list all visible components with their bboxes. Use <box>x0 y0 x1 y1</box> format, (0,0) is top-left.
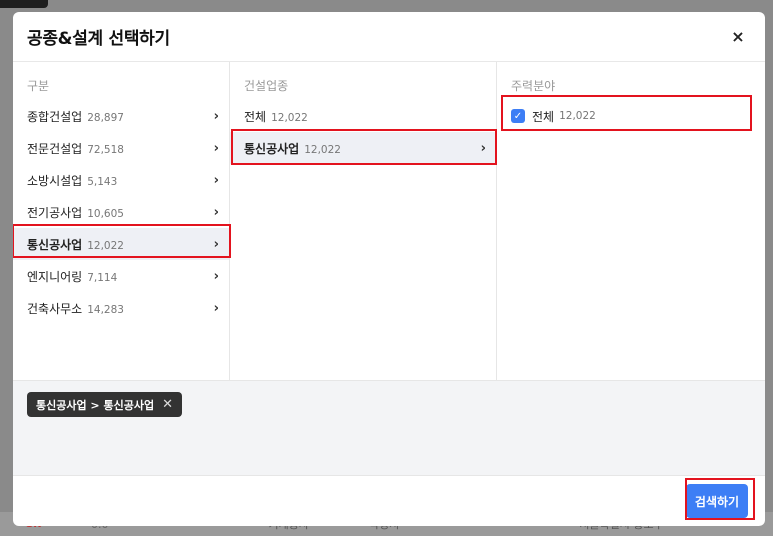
modal-title: 공종&설계 선택하기 <box>27 29 170 49</box>
item-count: 12,022 <box>304 143 341 156</box>
chevron-right-icon: › <box>480 140 486 156</box>
item-count: 12,022 <box>271 111 308 124</box>
item-label: 소방시설업 <box>27 173 83 188</box>
category-item-selected[interactable]: 통신공사업 12,022 › <box>13 228 229 260</box>
chevron-right-icon: › <box>213 268 219 284</box>
item-count: 12,022 <box>559 110 596 122</box>
item-label: 전기공사업 <box>27 205 83 220</box>
item-count: 28,897 <box>87 111 124 124</box>
item-label: 전문건설업 <box>27 141 83 156</box>
item-label: 전체 <box>244 109 267 124</box>
item-label: 전체 <box>532 109 555 124</box>
close-icon[interactable]: × <box>727 26 749 48</box>
industry-item[interactable]: 전체 12,022 <box>230 100 496 132</box>
modal-header: 공종&설계 선택하기 × <box>13 12 765 62</box>
item-count: 10,605 <box>87 207 124 220</box>
industry-list: 전체 12,022 통신공사업 12,022 › <box>230 100 496 164</box>
selection-columns: 구분 종합건설업 28,897 › 전문건설업 72,518 › 소방시설업 5,14… <box>13 62 765 380</box>
checkbox-checked-icon[interactable]: ✓ <box>511 109 525 123</box>
item-label: 엔지니어링 <box>27 269 83 284</box>
chevron-right-icon: › <box>213 300 219 316</box>
chevron-right-icon: › <box>213 172 219 188</box>
background-tag <box>0 0 48 8</box>
category-list: 종합건설업 28,897 › 전문건설업 72,518 › 소방시설업 5,143 ›… <box>13 100 229 324</box>
item-label: 건축사무소 <box>27 301 83 316</box>
category-item[interactable]: 종합건설업 28,897 › <box>13 100 229 132</box>
selected-items-area: 통신공사업 > 통신공사업 ✕ <box>13 380 765 475</box>
chevron-right-icon: › <box>213 140 219 156</box>
main-field-list: ✓ 전체 12,022 <box>497 100 765 132</box>
item-label: 통신공사업 <box>27 237 83 252</box>
item-count: 7,114 <box>87 271 118 284</box>
search-button[interactable]: 검색하기 <box>686 484 748 518</box>
selected-chip: 통신공사업 > 통신공사업 ✕ <box>27 392 182 417</box>
category-item[interactable]: 엔지니어링 7,114 › <box>13 260 229 292</box>
item-count: 12,022 <box>87 239 124 252</box>
item-count: 5,143 <box>87 175 118 188</box>
chip-label: 통신공사업 > 통신공사업 <box>36 398 155 412</box>
category-item[interactable]: 소방시설업 5,143 › <box>13 164 229 196</box>
category-item[interactable]: 전기공사업 10,605 › <box>13 196 229 228</box>
chevron-right-icon: › <box>213 236 219 252</box>
industry-column: 건설업종 전체 12,022 통신공사업 12,022 › <box>230 62 497 380</box>
item-count: 72,518 <box>87 143 124 156</box>
chevron-right-icon: › <box>213 204 219 220</box>
main-field-item[interactable]: ✓ 전체 12,022 <box>497 100 765 132</box>
close-icon[interactable]: ✕ <box>162 397 173 412</box>
category-item[interactable]: 전문건설업 72,518 › <box>13 132 229 164</box>
item-label: 통신공사업 <box>244 141 300 156</box>
main-field-column: 주력분야 ✓ 전체 12,022 <box>497 62 765 380</box>
category-column: 구분 종합건설업 28,897 › 전문건설업 72,518 › 소방시설업 5,14… <box>13 62 231 380</box>
category-select-modal: 공종&설계 선택하기 × 구분 종합건설업 28,897 › 전문건설업 72,51… <box>13 12 765 526</box>
item-label: 종합건설업 <box>27 109 83 124</box>
chevron-right-icon: › <box>213 108 219 124</box>
industry-column-header: 건설업종 <box>244 79 289 93</box>
category-column-header: 구분 <box>27 79 50 93</box>
modal-footer: 검색하기 <box>13 475 765 526</box>
industry-item-selected[interactable]: 통신공사업 12,022 › <box>230 132 496 164</box>
main-field-column-header: 주력분야 <box>511 79 556 93</box>
category-item[interactable]: 건축사무소 14,283 › <box>13 292 229 324</box>
item-count: 14,283 <box>87 303 124 316</box>
